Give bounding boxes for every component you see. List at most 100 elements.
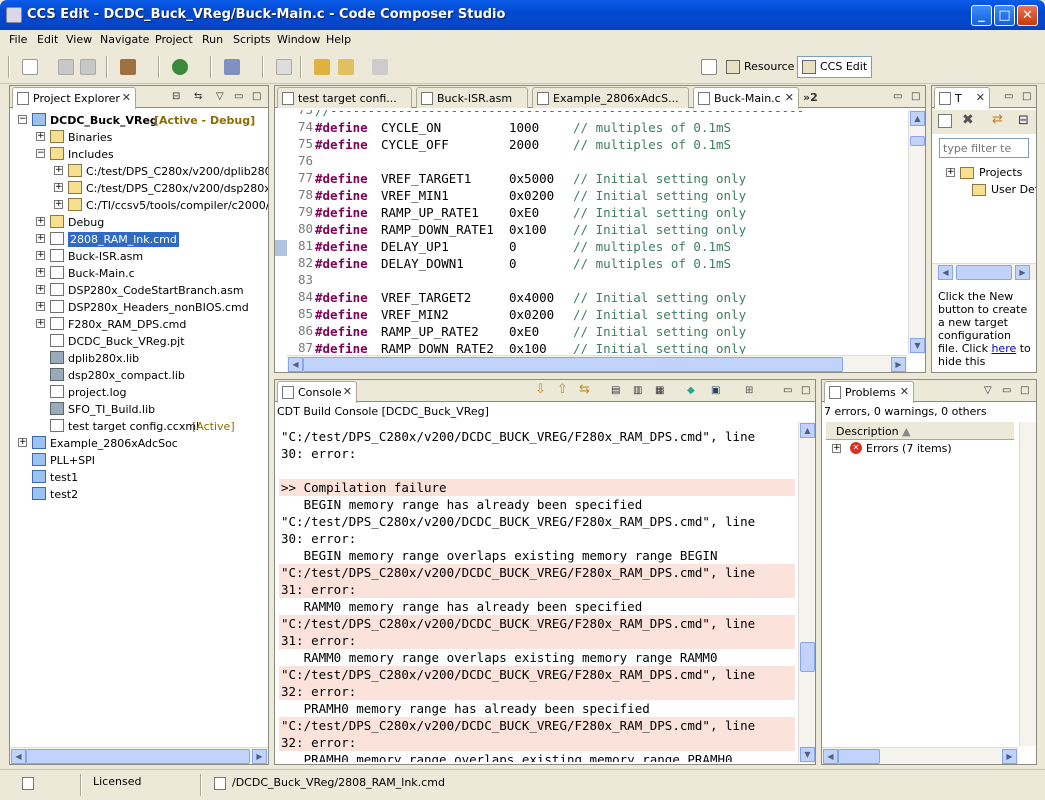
horizontal-scrollbar[interactable]: ◀ ▶ [932, 263, 1036, 280]
tab-buck-isr[interactable]: Buck-ISR.asm [416, 87, 528, 108]
back-arrow-icon[interactable] [338, 59, 354, 75]
scroll-right-icon[interactable]: ▶ [1015, 265, 1030, 280]
expand-icon[interactable]: + [54, 166, 63, 175]
scroll-left-icon[interactable]: ◀ [288, 357, 303, 372]
scroll-right-icon[interactable]: ▶ [252, 749, 267, 764]
maximize-view-icon[interactable]: □ [1020, 385, 1029, 396]
menu-window[interactable]: Window [277, 33, 320, 46]
expand-icon[interactable]: + [36, 234, 45, 243]
previous-error-icon[interactable]: ⇧ [557, 382, 568, 397]
fast-view-icon[interactable] [22, 777, 34, 790]
scroll-left-icon[interactable]: ◀ [938, 265, 953, 280]
maximize-view-icon[interactable]: □ [1022, 91, 1031, 102]
resource-perspective-button[interactable]: Resource [721, 56, 799, 78]
minimize-view-icon[interactable]: ▭ [1004, 91, 1013, 102]
expand-icon[interactable]: + [18, 438, 27, 447]
expand-icon[interactable]: + [54, 200, 63, 209]
tree-item-user-defined[interactable]: User Defir [991, 183, 1036, 196]
pin-console-icon[interactable]: ◆ [687, 385, 695, 396]
hide-message-link[interactable]: here [991, 342, 1016, 355]
close-icon[interactable]: ✕ [976, 91, 985, 104]
tab-console[interactable]: Console ✕ [277, 381, 357, 403]
tab-test-target-config[interactable]: test target confi... [277, 87, 412, 108]
next-error-icon[interactable]: ⇩ [535, 382, 546, 397]
collapse-all-icon[interactable]: ⊟ [172, 91, 180, 102]
toggle-mark-icon[interactable] [276, 59, 292, 75]
clear-console-icon[interactable]: ▦ [655, 385, 664, 396]
maximize-view-icon[interactable]: □ [801, 385, 810, 396]
view-menu-icon[interactable]: ▽ [984, 385, 992, 396]
scroll-down-icon[interactable]: ▼ [910, 338, 925, 353]
save-icon[interactable] [58, 59, 74, 75]
ccs-edit-perspective-button[interactable]: CCS Edit [797, 56, 873, 78]
minimize-button[interactable]: _ [971, 5, 992, 26]
save-all-icon[interactable] [80, 59, 96, 75]
expand-icon[interactable]: + [36, 302, 45, 311]
menu-project[interactable]: Project [155, 33, 193, 46]
close-icon[interactable]: ✕ [785, 91, 794, 104]
horizontal-scrollbar[interactable]: ◀ ▶ [10, 747, 268, 764]
minimize-view-icon[interactable]: ▭ [234, 91, 243, 102]
tab-problems[interactable]: Problems ✕ [824, 381, 914, 403]
flash-icon[interactable] [224, 59, 240, 75]
tree-item-projects[interactable]: Projects [979, 166, 1022, 179]
new-icon[interactable] [22, 59, 38, 75]
expand-icon[interactable]: + [36, 132, 45, 141]
expand-icon[interactable]: + [946, 168, 955, 177]
open-console-icon[interactable]: ⊞ [745, 385, 753, 396]
scroll-up-icon[interactable]: ▲ [910, 111, 925, 126]
minimize-view-icon[interactable]: ▭ [783, 385, 792, 396]
link-icon[interactable]: ⇄ [992, 112, 1003, 127]
expand-icon[interactable]: + [36, 217, 45, 226]
menu-navigate[interactable]: Navigate [100, 33, 149, 46]
expand-icon[interactable]: + [36, 251, 45, 260]
view-menu-icon[interactable]: ▽ [216, 91, 224, 102]
maximize-view-icon[interactable]: □ [911, 91, 920, 102]
filter-input[interactable] [939, 138, 1029, 158]
column-header-description[interactable]: Description ▲ [826, 422, 1014, 440]
close-button[interactable]: ✕ [1017, 5, 1038, 26]
maximize-view-icon[interactable]: □ [252, 91, 261, 102]
scroll-left-icon[interactable]: ◀ [823, 749, 838, 764]
new-target-icon[interactable] [938, 114, 952, 128]
debug-icon[interactable] [172, 59, 188, 75]
editor-horizontal-scrollbar[interactable]: ◀ ▶ [287, 355, 907, 372]
delete-icon[interactable]: ✖ [962, 112, 974, 128]
tab-example-2806xadc[interactable]: Example_2806xAdcS... [532, 87, 689, 108]
build-hammer-icon[interactable] [120, 59, 136, 75]
menu-view[interactable]: View [66, 33, 92, 46]
tab-overflow[interactable]: »2 [803, 91, 818, 104]
open-perspective-icon[interactable] [701, 59, 717, 75]
display-console-icon[interactable]: ▣ [711, 385, 720, 396]
scroll-right-icon[interactable]: ▶ [891, 357, 906, 372]
forward-arrow-icon[interactable] [372, 59, 388, 75]
tab-target-configurations[interactable]: T ✕ [934, 87, 990, 109]
expand-icon[interactable]: + [54, 183, 63, 192]
collapse-icon[interactable]: ⊟ [1018, 113, 1029, 128]
menu-edit[interactable]: Edit [37, 33, 58, 46]
scroll-down-icon[interactable]: ▼ [800, 747, 815, 762]
console-output[interactable]: "C:/test/DPS_C280x/v200/DCDC_BUCK_VREG/F… [279, 428, 795, 762]
tab-project-explorer[interactable]: Project Explorer ✕ [12, 87, 136, 109]
expand-icon[interactable]: + [36, 285, 45, 294]
close-icon[interactable]: ✕ [343, 385, 352, 398]
code-area[interactable]: 73//------------------------------------… [298, 110, 907, 354]
problems-horizontal-scrollbar[interactable]: ◀ ▶ [822, 747, 1018, 764]
problems-vertical-scrollbar[interactable] [1019, 422, 1036, 746]
close-icon[interactable]: ✕ [122, 91, 131, 104]
maximize-button[interactable]: □ [994, 5, 1015, 26]
last-edit-icon[interactable] [314, 59, 330, 75]
copy-icon[interactable]: ▥ [633, 385, 642, 396]
menu-scripts[interactable]: Scripts [233, 33, 271, 46]
minimize-view-icon[interactable]: ▭ [893, 91, 902, 102]
collapse-icon[interactable]: − [18, 115, 27, 124]
expand-icon[interactable]: + [36, 319, 45, 328]
expand-icon[interactable]: + [832, 444, 841, 453]
editor-vertical-scrollbar[interactable]: ▲ ▼ [908, 110, 925, 354]
tab-buck-main[interactable]: Buck-Main.c ✕ [693, 87, 799, 109]
link-output-icon[interactable]: ⇆ [579, 382, 590, 397]
console-vertical-scrollbar[interactable]: ▲ ▼ [798, 422, 815, 763]
collapse-icon[interactable]: − [36, 149, 45, 158]
close-icon[interactable]: ✕ [900, 385, 909, 398]
expand-icon[interactable]: + [36, 268, 45, 277]
